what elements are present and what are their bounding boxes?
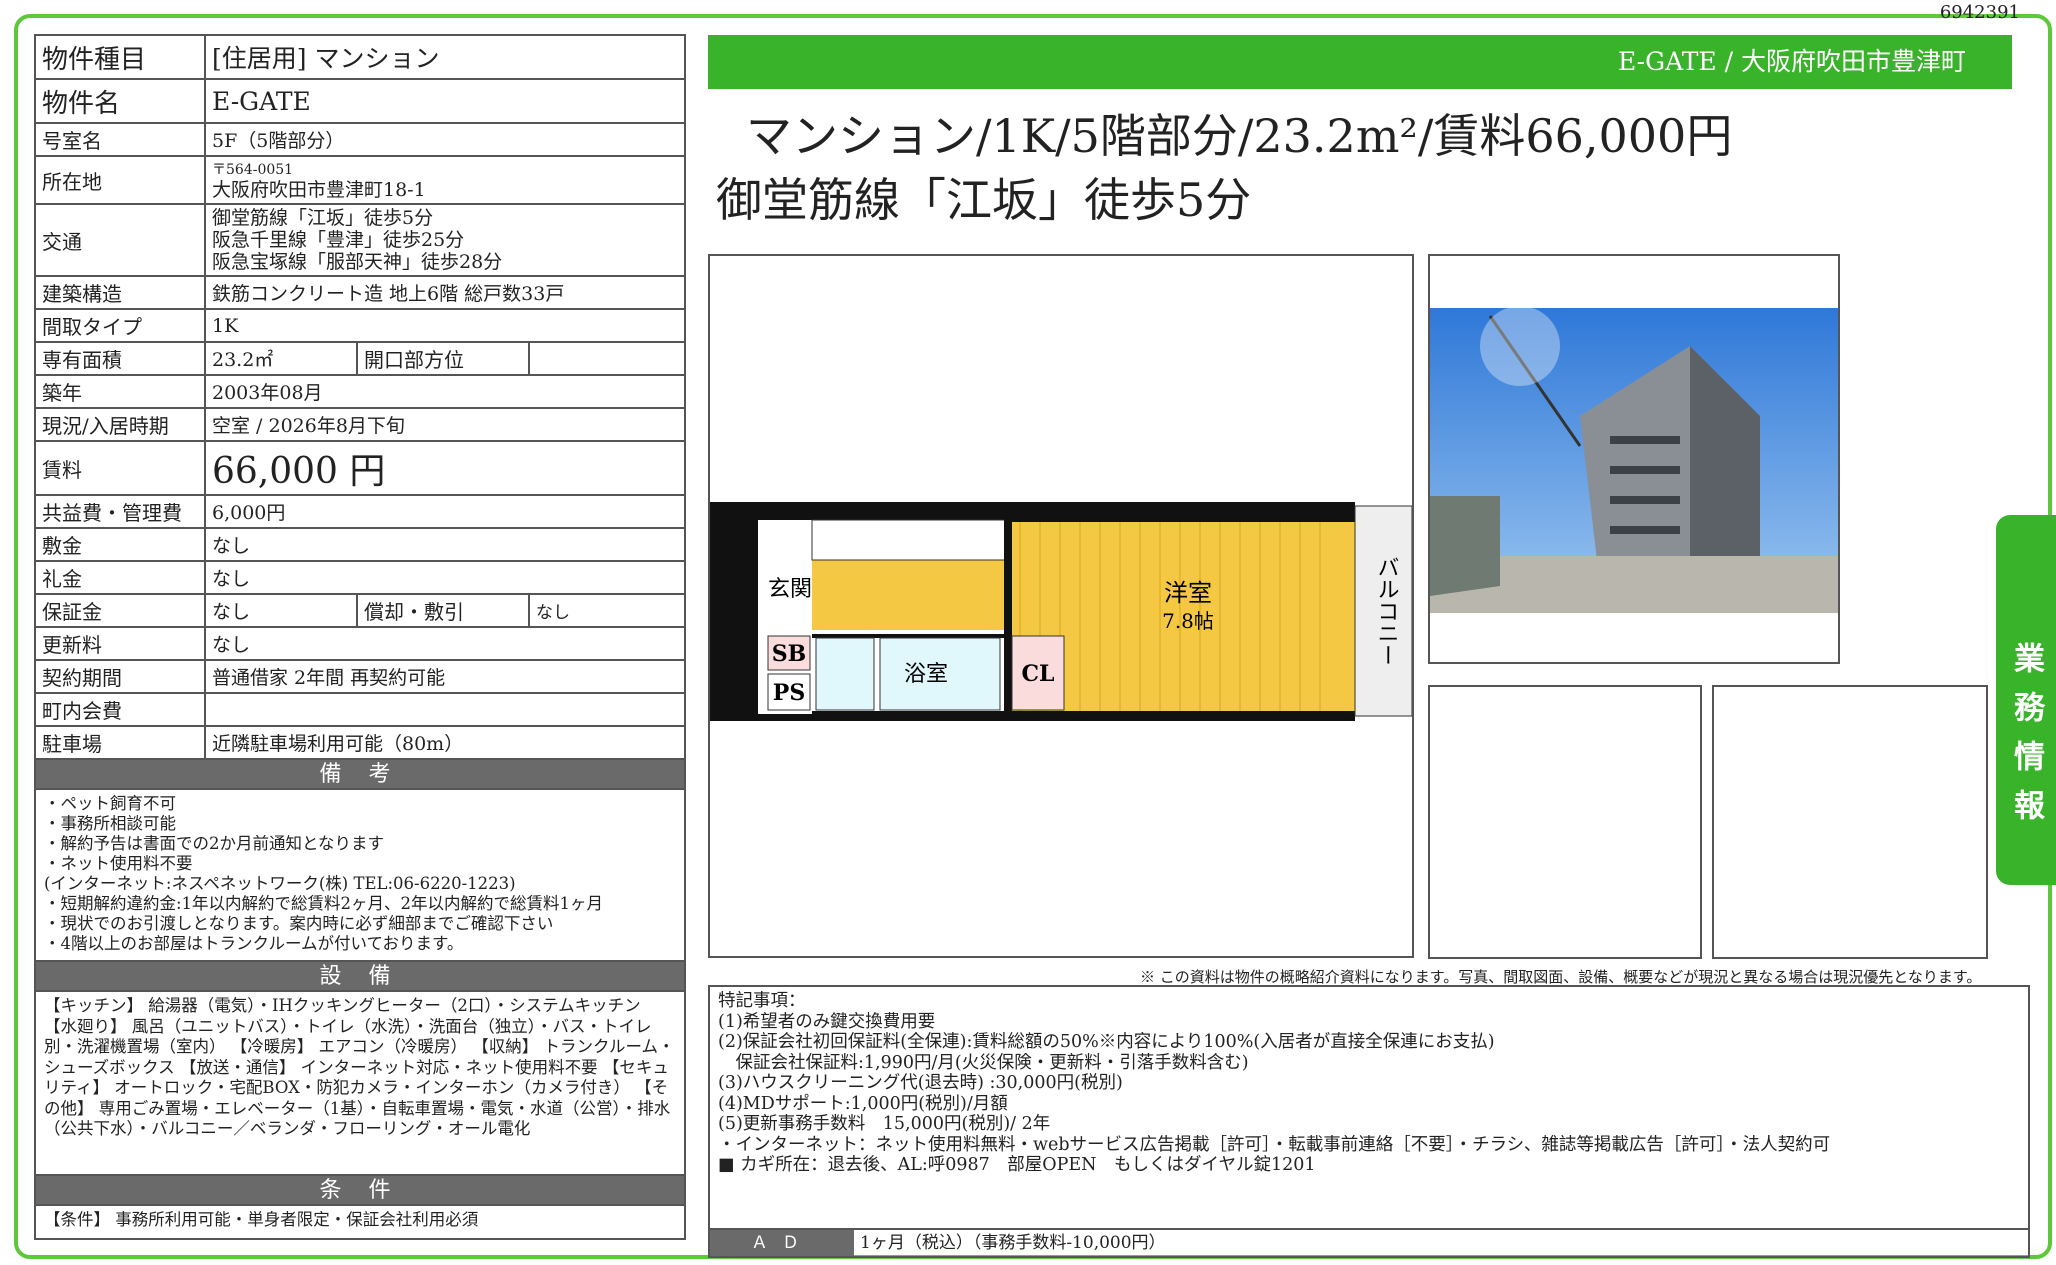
address-value: 大阪府吹田市豊津町18-1 <box>212 179 426 201</box>
association-label: 町内会費 <box>34 692 206 727</box>
conditions-text: 【条件】 事務所利用可能・単身者限定・保証会社利用必須 <box>44 1210 479 1229</box>
remark-line: ・ネット使用料不要 <box>44 854 193 873</box>
floorplan-drawing: 玄関 SB PS 浴室 CL 洋室 7.8帖 バルコニー <box>710 502 1413 721</box>
renewal-label: 更新料 <box>34 626 206 661</box>
title-banner: E-GATE / 大阪府吹田市豊津町 <box>708 35 2012 89</box>
status-label: 現況/入居時期 <box>34 407 206 442</box>
note-line: 特記事項： <box>718 991 806 1011</box>
layout-label: 間取タイプ <box>34 308 206 343</box>
built-value: 2003年08月 <box>204 374 686 409</box>
rent-value: 66,000 円 <box>204 440 686 496</box>
parking-value: 近隣駐車場利用可能（80m） <box>204 725 686 760</box>
floorplan-sb-label: SB <box>772 641 806 667</box>
type-label: 物件種目 <box>34 34 206 80</box>
opening-label: 開口部方位 <box>356 341 530 376</box>
remark-line: ・4階以上のお部屋はトランクルームが付いております。 <box>44 934 464 953</box>
structure-value: 鉄筋コンクリート造 地上6階 総戸数33戸 <box>204 275 686 310</box>
headline-line-2: 御堂筋線「江坂」徒歩5分 <box>716 173 1252 227</box>
ad-value: 1ヶ月（税込）（事務手数料-10,000円） <box>860 1233 1166 1253</box>
floorplan-western-label: 洋室 <box>1164 579 1212 607</box>
room-label: 号室名 <box>34 122 206 157</box>
deposit-value: なし <box>204 527 686 562</box>
equipment-text: 【キッチン】 給湯器（電気）・IHクッキングヒーター（2口）・システムキッチン … <box>44 996 675 1138</box>
floorplan-balcony-label: バルコニー <box>1374 556 1399 666</box>
name-label: 物件名 <box>34 78 206 124</box>
opening-value <box>528 341 686 376</box>
contract-value: 普通借家 2年間 再契約可能 <box>204 659 686 694</box>
transport-label: 交通 <box>34 203 206 277</box>
deposit-label: 敷金 <box>34 527 206 562</box>
transport-line: 阪急宝塚線「服部天神」徒歩28分 <box>212 251 503 273</box>
name-value: E-GATE <box>204 78 686 124</box>
guarantee-value: なし <box>204 593 358 628</box>
remark-line: ・解約予告は書面での2か月前通知となります <box>44 834 385 853</box>
floorplan-western-size: 7.8帖 <box>1162 609 1214 633</box>
key-money-value: なし <box>204 560 686 595</box>
parking-label: 駐車場 <box>34 725 206 760</box>
note-line: 保証会社保証料:1,990円/月(火災保険・更新料・引落手数料含む) <box>718 1052 1249 1073</box>
floorplan-entrance-label: 玄関 <box>768 577 812 602</box>
business-info-tab[interactable]: 業務情報 <box>1996 515 2056 885</box>
remark-line: ・現状でのお引渡しとなります。案内時に必ず細部までご確認下さい <box>44 914 554 933</box>
fee-value: 6,000円 <box>204 494 686 529</box>
headline-line-1: マンション/1K/5階部分/23.2m²/賃料66,000円 <box>746 109 1733 163</box>
address-label: 所在地 <box>34 155 206 205</box>
empty-photo-slot <box>1712 685 1988 959</box>
remarks-body: ・ペット飼育不可 ・事務所相談可能 ・解約予告は書面での2か月前通知となります … <box>34 790 686 962</box>
conditions-heading: 条 件 <box>34 1176 686 1206</box>
remark-line: ・事務所相談可能 <box>44 814 176 833</box>
photo-box <box>1428 254 1840 664</box>
note-line: (3)ハウスクリーニング代(退去時) :30,000円(税別) <box>718 1073 1123 1093</box>
spec-table: 物件種目 [住居用] マンション 物件名 E-GATE 号室名 5F（5階部分）… <box>34 34 686 760</box>
room-value: 5F（5階部分） <box>204 122 686 157</box>
remark-line: ・短期解約違約金:1年以内解約で総賃料2ヶ月、2年以内解約で総賃料1ヶ月 <box>44 894 604 913</box>
renewal-value: なし <box>204 626 686 661</box>
floorplan-bath-label: 浴室 <box>904 662 948 687</box>
note-line: (4)MDサポート:1,000円(税別)/月額 <box>718 1093 1008 1114</box>
note-line: (5)更新事務手数料 15,000円(税別)/ 2年 <box>718 1114 1051 1134</box>
equipment-body: 【キッチン】 給湯器（電気）・IHクッキングヒーター（2口）・システムキッチン … <box>34 992 686 1176</box>
transport-line: 阪急千里線「豊津」徒歩25分 <box>212 229 465 251</box>
transport-line: 御堂筋線「江坂」徒歩5分 <box>212 207 434 229</box>
rent-label: 賃料 <box>34 440 206 496</box>
remark-line: ・ペット飼育不可 <box>44 794 176 813</box>
ad-label: ＡＤ <box>710 1230 854 1256</box>
disclaimer: ※ この資料は物件の概略紹介資料になります。写真、間取図面、設備、概要などが現況… <box>1140 968 1982 986</box>
guarantee-label: 保証金 <box>34 593 206 628</box>
property-spec: 物件種目 [住居用] マンション 物件名 E-GATE 号室名 5F（5階部分）… <box>34 34 686 1240</box>
floorplan-cl-label: CL <box>1022 661 1055 687</box>
note-line: ・インターネット：ネット使用料無料・webサービス広告掲載［許可］・転載事前連絡… <box>718 1134 1831 1155</box>
structure-label: 建築構造 <box>34 275 206 310</box>
remarks-heading: 備 考 <box>34 760 686 790</box>
fee-label: 共益費・管理費 <box>34 494 206 529</box>
built-label: 築年 <box>34 374 206 409</box>
layout-value: 1K <box>204 308 686 343</box>
area-value: 23.2㎡ <box>204 341 358 376</box>
key-money-label: 礼金 <box>34 560 206 595</box>
note-line: ■ カギ所在：退去後、AL:呼0987 部屋OPEN もしくはダイヤル錠1201 <box>718 1155 1316 1175</box>
empty-photo-slot <box>1428 685 1702 959</box>
remark-line: (インターネット:ネスペネットワーク(株) TEL:06-6220-1223) <box>44 874 516 893</box>
special-notes: 特記事項： (1)希望者のみ鍵交換費用要 (2)保証会社初回保証料(全保連):賃… <box>708 985 2030 1230</box>
area-label: 専有面積 <box>34 341 206 376</box>
status-value: 空室 / 2026年8月下旬 <box>204 407 686 442</box>
floorplan-ps-label: PS <box>773 680 805 706</box>
floorplan-box: 玄関 SB PS 浴室 CL 洋室 7.8帖 バルコニー <box>708 254 1414 958</box>
document-id: 6942391 <box>1939 2 2020 23</box>
building-photo <box>1430 306 1838 613</box>
amortization-value: なし <box>528 593 686 628</box>
ad-row: ＡＤ 1ヶ月（税込）（事務手数料-10,000円） <box>708 1230 2030 1258</box>
equipment-heading: 設 備 <box>34 962 686 992</box>
association-value <box>204 692 686 727</box>
type-value: [住居用] マンション <box>204 34 686 80</box>
postal-code: 〒564-0051 <box>212 162 294 178</box>
contract-label: 契約期間 <box>34 659 206 694</box>
amortization-label: 償却・敷引 <box>356 593 530 628</box>
note-line: (1)希望者のみ鍵交換費用要 <box>718 1011 936 1032</box>
headline: マンション/1K/5階部分/23.2m²/賃料66,000円 御堂筋線「江坂」徒… <box>716 104 1732 232</box>
note-line: (2)保証会社初回保証料(全保連):賃料総額の50%※内容により100%(入居者… <box>718 1032 1495 1052</box>
conditions-body: 【条件】 事務所利用可能・単身者限定・保証会社利用必須 <box>34 1206 686 1240</box>
